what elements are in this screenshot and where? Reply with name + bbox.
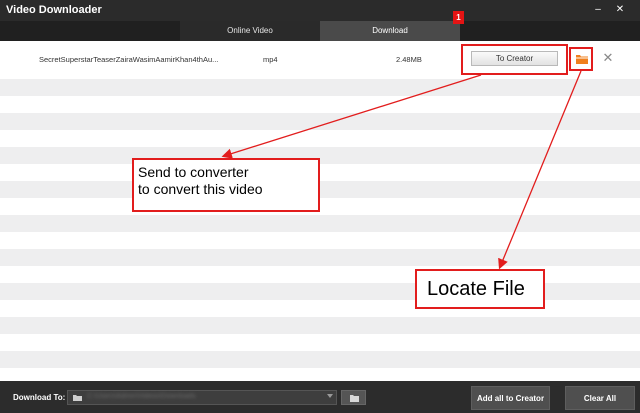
file-size: 2.48MB xyxy=(396,55,422,64)
download-path-select[interactable]: C:\Users\Admin\Videos\Downloads xyxy=(67,390,337,405)
chevron-down-icon xyxy=(327,394,333,398)
list-row-stripe xyxy=(0,113,640,130)
annotation-send-line1: Send to converter xyxy=(138,164,249,180)
list-row-stripe xyxy=(0,317,640,334)
title-bar: Video Downloader – ✕ xyxy=(0,0,640,21)
tab-bar: Online Video Download xyxy=(0,21,640,41)
annotation-locate-file: Locate File xyxy=(415,269,545,309)
file-name: SecretSuperstarTeaserZairaWasimAamirKhan… xyxy=(39,55,219,64)
list-row-stripe xyxy=(0,147,640,164)
browse-folder-button[interactable] xyxy=(341,390,366,405)
annotation-highlight-folder xyxy=(569,47,593,71)
download-list xyxy=(0,41,640,381)
close-window-button[interactable]: ✕ xyxy=(614,4,626,16)
download-count-badge: 1 xyxy=(453,11,464,24)
file-format: mp4 xyxy=(263,55,278,64)
annotation-highlight-to-creator xyxy=(461,44,568,75)
bottom-bar: Download To: C:\Users\Admin\Videos\Downl… xyxy=(0,381,640,413)
browse-folder-icon xyxy=(350,395,359,402)
list-row-stripe xyxy=(0,215,640,232)
list-row-stripe xyxy=(0,79,640,96)
annotation-send-to-converter: Send to converter to convert this video xyxy=(132,158,320,212)
list-row-stripe xyxy=(0,249,640,266)
annotation-send-line2: to convert this video xyxy=(138,181,263,197)
download-to-label: Download To: xyxy=(13,393,66,402)
tab-download[interactable]: Download xyxy=(320,21,460,41)
folder-small-icon xyxy=(73,395,82,401)
tab-online-video[interactable]: Online Video xyxy=(180,21,320,41)
clear-all-button[interactable]: Clear All xyxy=(565,386,635,410)
download-path-value: C:\Users\Admin\Videos\Downloads xyxy=(87,393,196,400)
minimize-button[interactable]: – xyxy=(592,4,604,16)
list-row-stripe xyxy=(0,181,640,198)
window-title: Video Downloader xyxy=(6,4,102,16)
list-row-stripe xyxy=(0,351,640,368)
add-all-to-creator-button[interactable]: Add all to Creator xyxy=(471,386,550,410)
remove-download-button[interactable]: ✕ xyxy=(601,50,615,65)
